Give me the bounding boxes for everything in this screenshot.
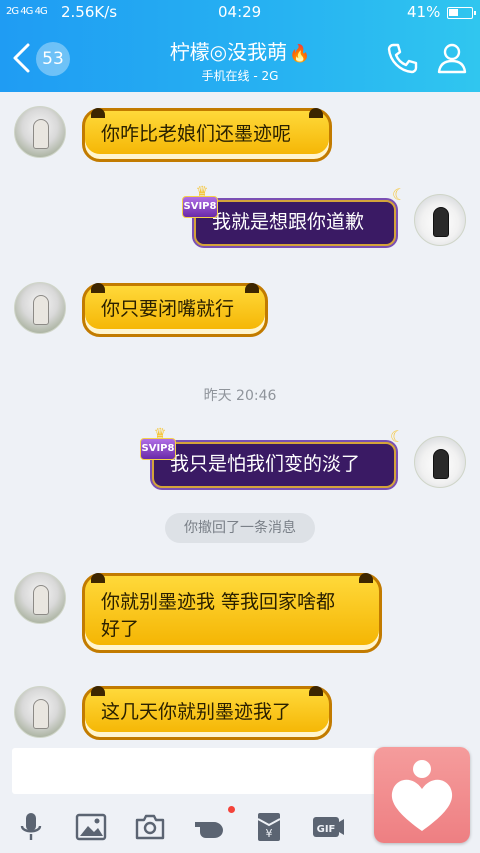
floating-app-icon[interactable] [374, 747, 470, 843]
profile-icon[interactable] [434, 40, 470, 76]
red-packet-icon[interactable]: ¥ [252, 810, 286, 844]
message-text-line: 好了 [101, 618, 140, 640]
message-text-line: 你就别墨迹我 等我回家啥都 [101, 591, 336, 613]
network-speed: 2.56K/s [61, 3, 118, 21]
chevron-left-icon [13, 43, 30, 73]
message-text: 我就是想跟你道歉 [212, 211, 365, 233]
contact-avatar[interactable] [14, 106, 66, 158]
contact-avatar[interactable] [14, 572, 66, 624]
svg-text:GIF: GIF [317, 824, 336, 835]
heart-person-icon [391, 760, 453, 831]
message-bubble[interactable]: 这几天你就别墨迹我了 [82, 686, 332, 740]
camera-icon[interactable] [133, 810, 167, 844]
back-button[interactable]: 53 [8, 40, 70, 76]
svip-badge: SVIP8 [140, 438, 176, 460]
message-text: 这几天你就别墨迹我了 [101, 701, 292, 723]
contact-name-text: 柠檬◎没我萌 [169, 40, 288, 64]
gif-icon[interactable]: GIF [311, 810, 345, 844]
message-bubble[interactable]: 你就别墨迹我 等我回家啥都 好了 [82, 573, 382, 653]
phone-icon[interactable] [384, 40, 420, 76]
contact-avatar[interactable] [14, 686, 66, 738]
status-bar: 2G 4G 4G 2.56K/s 04:29 41% [0, 0, 480, 26]
moon-icon: ☾ [390, 427, 405, 446]
online-status: 手机在线 - 2G [201, 69, 279, 83]
clock: 04:29 [218, 3, 262, 21]
moon-icon: ☾ [392, 185, 407, 204]
message-text: 我只是怕我们变的淡了 [170, 453, 361, 475]
message-bubble[interactable]: 你只要闭嘴就行 [82, 283, 268, 337]
svip-message-bubble[interactable]: 我只是怕我们变的淡了 [152, 442, 396, 488]
fire-icon: 🔥 [289, 44, 311, 64]
battery-icon [447, 7, 476, 19]
unread-count-badge: 53 [36, 42, 70, 76]
image-icon[interactable] [74, 810, 108, 844]
contact-name[interactable]: 柠檬◎没我萌 🔥 [130, 36, 350, 65]
svip-badge: SVIP8 [182, 196, 218, 218]
message-text: 你咋比老娘们还墨迹呢 [101, 123, 292, 145]
chat-header: 2G 4G 4G 2.56K/s 04:29 41% 53 柠檬◎没我萌 🔥 手机… [0, 0, 480, 92]
svg-text:¥: ¥ [266, 827, 273, 840]
svip-message-bubble[interactable]: 我就是想跟你道歉 [194, 200, 396, 246]
contact-avatar[interactable] [14, 282, 66, 334]
signal-indicator: 2G 4G 4G [6, 6, 48, 17]
poke-icon[interactable] [192, 810, 226, 844]
message-bubble[interactable]: 你咋比老娘们还墨迹呢 [82, 108, 332, 162]
my-avatar[interactable] [414, 194, 466, 246]
chat-timestamp: 昨天 20:46 [203, 388, 277, 404]
recall-notice: 你撤回了一条消息 [165, 513, 315, 543]
microphone-icon[interactable] [14, 810, 48, 844]
my-avatar[interactable] [414, 436, 466, 488]
message-text: 你只要闭嘴就行 [101, 298, 235, 320]
battery-percent: 41% [407, 3, 441, 21]
notification-dot [228, 806, 235, 813]
